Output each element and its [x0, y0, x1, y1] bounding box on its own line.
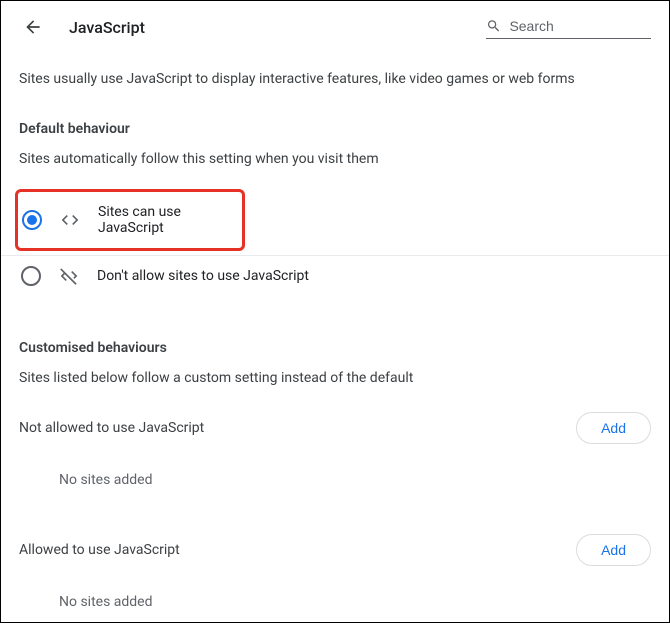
not-allowed-empty: No sites added — [59, 472, 651, 488]
code-off-icon — [59, 266, 79, 286]
highlight-annotation: Sites can use JavaScript — [15, 189, 245, 251]
allowed-empty: No sites added — [59, 594, 651, 610]
arrow-left-icon — [23, 17, 43, 37]
search-icon — [486, 17, 501, 35]
radio-allow-js-label: Sites can use JavaScript — [98, 204, 234, 236]
radio-block-js-label: Don't allow sites to use JavaScript — [97, 268, 309, 284]
default-behaviour-sub: Sites automatically follow this setting … — [19, 151, 651, 167]
add-allowed-button[interactable]: Add — [576, 534, 651, 566]
add-not-allowed-button[interactable]: Add — [576, 412, 651, 444]
page-title: JavaScript — [69, 18, 462, 37]
allowed-title: Allowed to use JavaScript — [19, 542, 180, 558]
search-input[interactable] — [509, 18, 651, 34]
default-behaviour-heading: Default behaviour — [19, 121, 651, 137]
radio-button-selected — [22, 210, 42, 230]
not-allowed-title: Not allowed to use JavaScript — [19, 420, 204, 436]
radio-allow-js[interactable]: Sites can use JavaScript — [20, 194, 236, 246]
custom-behaviours-sub: Sites listed below follow a custom setti… — [19, 370, 651, 386]
back-button[interactable] — [21, 15, 45, 39]
search-field[interactable] — [486, 15, 651, 39]
custom-behaviours-heading: Customised behaviours — [19, 340, 651, 356]
page-description: Sites usually use JavaScript to display … — [19, 71, 651, 87]
radio-block-js[interactable]: Don't allow sites to use JavaScript — [19, 256, 651, 296]
code-icon — [60, 210, 80, 230]
radio-button-unselected — [21, 266, 41, 286]
